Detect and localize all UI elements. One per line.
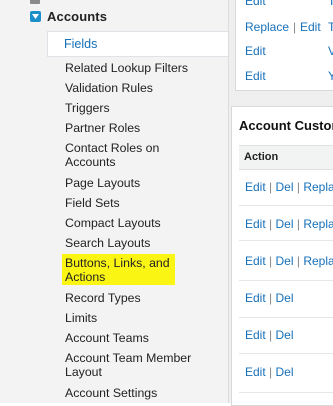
- table-row: Edit | Del | Replace: [245, 180, 333, 194]
- field-link[interactable]: V: [328, 44, 333, 58]
- edit-link[interactable]: Edit: [245, 69, 266, 83]
- replace-link[interactable]: Replace: [303, 180, 333, 194]
- sidebar-item-account-teams[interactable]: Account Teams: [65, 331, 149, 345]
- link-separator: |: [296, 254, 300, 268]
- link-separator: |: [269, 291, 273, 305]
- field-link[interactable]: T: [328, 20, 333, 34]
- link-separator: |: [269, 365, 273, 379]
- edit-link[interactable]: Edit: [300, 20, 321, 34]
- del-link[interactable]: Del: [276, 365, 294, 379]
- sidebar-item-limits[interactable]: Limits: [65, 311, 97, 325]
- sidebar-item-account-settings[interactable]: Account Settings: [65, 386, 157, 400]
- table-row: Edit | Del | Replace: [245, 254, 333, 268]
- row-divider: [239, 205, 333, 206]
- section-title-accounts[interactable]: Accounts: [47, 9, 107, 24]
- del-link[interactable]: Del: [276, 180, 294, 194]
- edit-link[interactable]: Edit: [245, 44, 266, 58]
- tree-section-header[interactable]: Accounts: [30, 8, 107, 25]
- sidebar-item-compact-layouts[interactable]: Compact Layouts: [65, 216, 161, 230]
- field-link[interactable]: T: [328, 0, 333, 8]
- sidebar-item-search-layouts[interactable]: Search Layouts: [65, 236, 150, 250]
- link-separator: |: [269, 328, 273, 342]
- field-link[interactable]: Y: [328, 69, 333, 83]
- sidebar-item-partner-roles[interactable]: Partner Roles: [65, 121, 140, 135]
- column-header-action: Action: [244, 151, 279, 163]
- sidebar-item-buttons-links-actions[interactable]: Buttons, Links, and Actions: [65, 256, 183, 284]
- edit-link[interactable]: Edit: [245, 328, 266, 342]
- link-separator: |: [269, 217, 273, 231]
- edit-link[interactable]: Edit: [245, 291, 266, 305]
- panel-title: Account Custom Buttons, Links, and Actio…: [239, 118, 333, 133]
- table-row: Edit | Del: [245, 291, 333, 305]
- del-link[interactable]: Del: [276, 291, 294, 305]
- table-row: Edit | Del: [245, 328, 333, 342]
- link-separator: |: [296, 180, 300, 194]
- replace-link[interactable]: Replace: [303, 254, 333, 268]
- sidebar-item-field-sets[interactable]: Field Sets: [65, 196, 120, 210]
- link-separator: |: [296, 217, 300, 231]
- sidebar-item-label[interactable]: Fields: [64, 37, 97, 51]
- link-separator: |: [269, 180, 273, 194]
- sidebar-item-contact-roles[interactable]: Contact Roles on Accounts: [65, 141, 190, 169]
- sidebar-item-fields-selected[interactable]: Fields: [47, 31, 230, 57]
- sidebar-item-related-lookup-filters[interactable]: Related Lookup Filters: [65, 61, 188, 75]
- replace-link[interactable]: Replace: [303, 217, 333, 231]
- edit-link[interactable]: Edit: [245, 180, 266, 194]
- tree-node-icon: [30, 0, 40, 4]
- row-divider: [239, 240, 333, 241]
- del-link[interactable]: Del: [276, 254, 294, 268]
- edit-link[interactable]: Edit: [245, 254, 266, 268]
- edit-link[interactable]: Edit: [245, 365, 266, 379]
- del-link[interactable]: Del: [276, 328, 294, 342]
- table-row: Edit | Del | Replace: [245, 217, 333, 231]
- row-divider: [239, 280, 333, 281]
- sidebar-item-account-team-member-layout[interactable]: Account Team Member Layout: [65, 351, 195, 379]
- table-header: Action: [239, 145, 333, 170]
- row-divider: [239, 392, 333, 393]
- edit-link[interactable]: Edit: [245, 0, 266, 8]
- sidebar-item-triggers[interactable]: Triggers: [65, 101, 110, 115]
- link-separator: |: [269, 254, 273, 268]
- collapse-triangle-icon[interactable]: [30, 11, 41, 22]
- row-divider: [239, 317, 333, 318]
- sidebar-item-record-types[interactable]: Record Types: [65, 291, 141, 305]
- sidebar-item-validation-rules[interactable]: Validation Rules: [65, 81, 153, 95]
- del-link[interactable]: Del: [276, 217, 294, 231]
- row-divider: [239, 353, 333, 354]
- setup-sidebar: Accounts Fields Related Lookup Filters V…: [0, 0, 230, 403]
- edit-link[interactable]: Edit: [245, 217, 266, 231]
- sidebar-item-page-layouts[interactable]: Page Layouts: [65, 176, 140, 190]
- link-separator: |: [293, 20, 297, 34]
- replace-link[interactable]: Replace: [245, 20, 289, 34]
- table-row: Edit | Del: [245, 365, 333, 379]
